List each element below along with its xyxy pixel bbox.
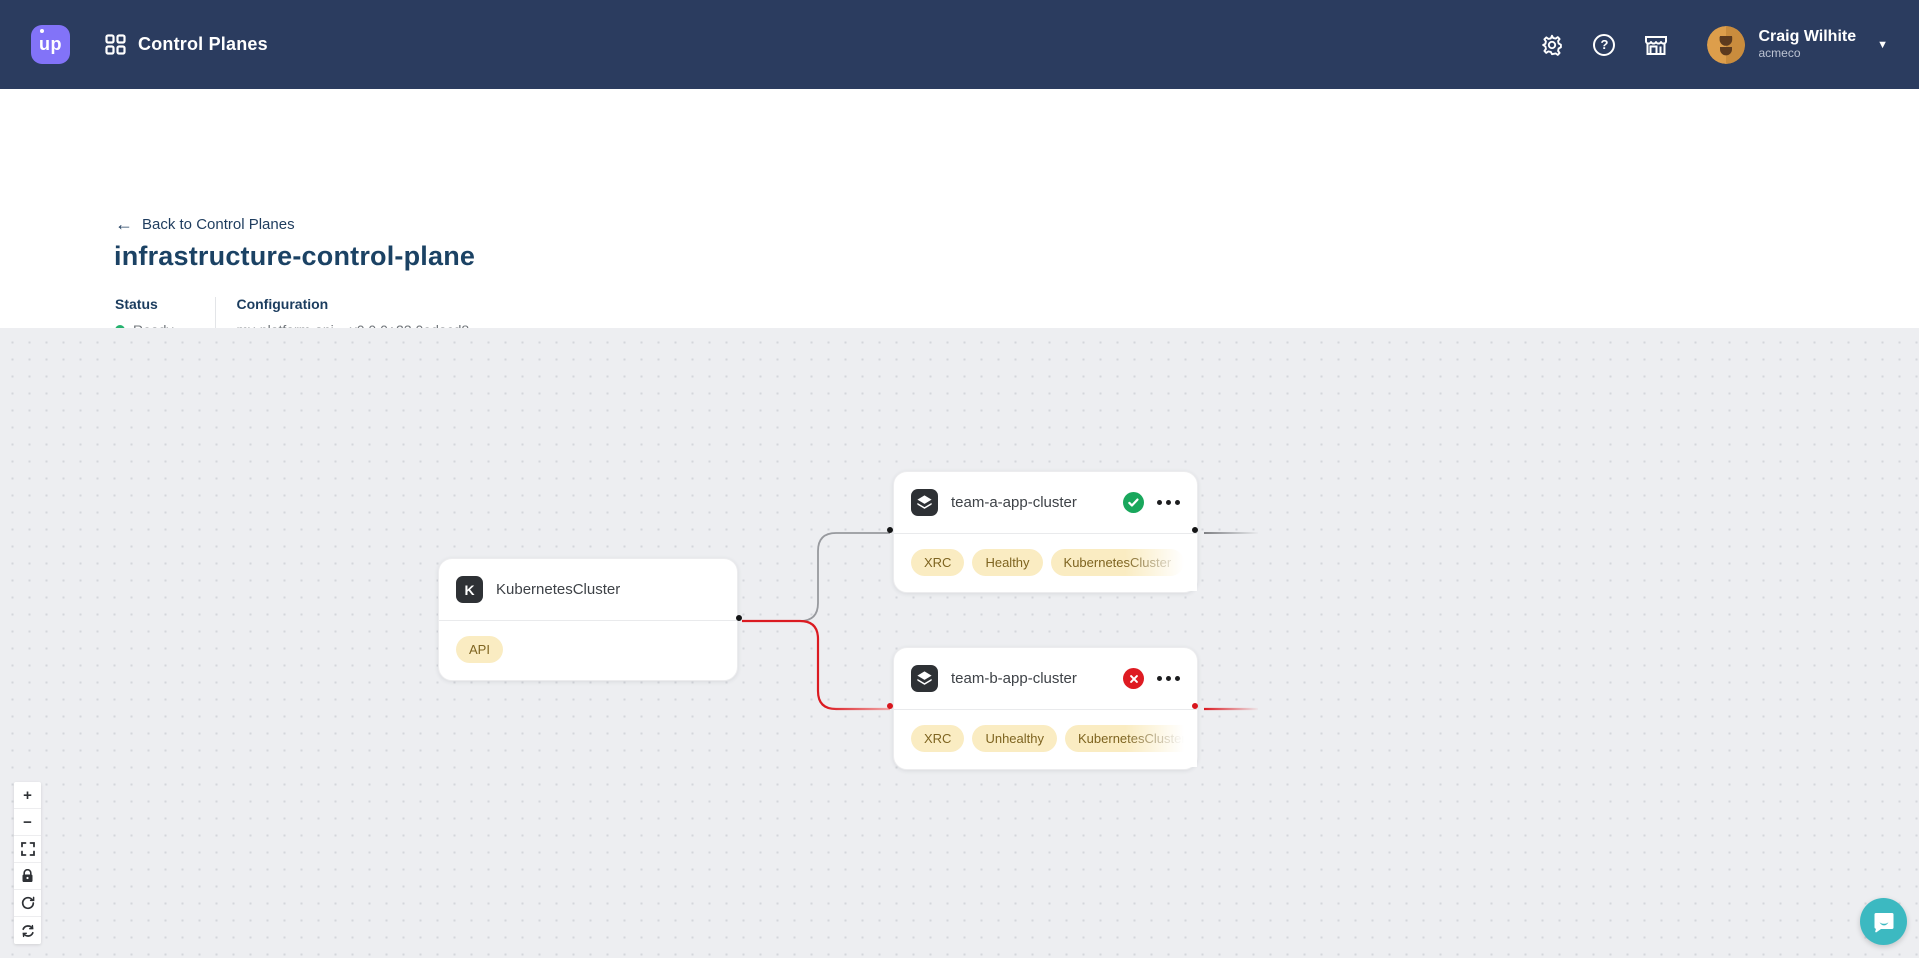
badge-xrc: XRC [911, 725, 964, 752]
edge-kubernetescluster-to-team-b [742, 621, 890, 709]
badge-fade-overlay [1125, 710, 1197, 767]
graph-edges [0, 328, 1919, 958]
logo-text: up [39, 34, 62, 55]
zoom-in-button[interactable]: + [14, 782, 41, 809]
page-header: ← Back to Control Planes infrastructure-… [0, 89, 1919, 328]
node-team-b-app-cluster[interactable]: team-b-app-cluster XRC Unhealthy Kuberne… [893, 647, 1198, 770]
resource-graph-canvas[interactable]: K KubernetesCluster API team-a-app-clust… [0, 328, 1919, 958]
help-icon[interactable]: ? [1585, 26, 1623, 64]
canvas-controls: + − [14, 782, 41, 944]
badge-api: API [456, 636, 503, 663]
layers-icon [911, 489, 938, 516]
node-team-a-app-cluster[interactable]: team-a-app-cluster XRC Healthy Kubernete… [893, 471, 1198, 593]
back-to-control-planes-link[interactable]: ← Back to Control Planes [115, 215, 295, 233]
fit-view-button[interactable] [14, 836, 41, 863]
reset-rotate-button[interactable] [14, 890, 41, 917]
node-kubernetescluster[interactable]: K KubernetesCluster API [438, 558, 738, 681]
handle-team-b-target[interactable] [887, 703, 893, 709]
app-title: Control Planes [138, 34, 268, 55]
handle-team-a-source[interactable] [1192, 527, 1198, 533]
upbound-logo[interactable]: up [31, 25, 70, 64]
node-title: KubernetesCluster [496, 581, 620, 598]
node-options-menu[interactable] [1157, 500, 1180, 505]
edge-kubernetescluster-to-team-a [742, 533, 890, 621]
handle-team-a-target[interactable] [887, 527, 893, 533]
page-title: infrastructure-control-plane [114, 241, 475, 272]
back-arrow-icon: ← [115, 215, 133, 233]
user-org: acmeco [1758, 47, 1856, 61]
help-question-mark: ? [1593, 34, 1615, 56]
badge-healthy: Healthy [972, 549, 1042, 576]
user-avatar [1707, 26, 1745, 64]
lock-button[interactable] [14, 863, 41, 890]
zoom-out-button[interactable]: − [14, 809, 41, 836]
marketplace-storefront-icon[interactable] [1637, 26, 1675, 64]
chat-launcher-button[interactable] [1860, 898, 1907, 945]
handle-kubernetescluster-source[interactable] [736, 615, 742, 621]
chevron-down-icon: ▼ [1877, 39, 1888, 51]
badge-unhealthy: Unhealthy [972, 725, 1057, 752]
settings-gear-icon[interactable] [1533, 26, 1571, 64]
unhealthy-x-icon [1123, 668, 1144, 689]
node-title: team-b-app-cluster [951, 670, 1077, 687]
user-name: Craig Wilhite [1758, 28, 1856, 46]
configuration-label: Configuration [236, 297, 469, 311]
kubernetes-letter-icon: K [456, 576, 483, 603]
apps-grid-icon[interactable] [105, 34, 126, 55]
back-link-label: Back to Control Planes [142, 216, 295, 233]
node-options-menu[interactable] [1157, 676, 1180, 681]
status-label: Status [115, 297, 173, 311]
badge-fade-overlay [1125, 534, 1197, 591]
layers-icon [911, 665, 938, 692]
top-navigation-bar: up Control Planes ? [0, 0, 1919, 89]
handle-team-b-source[interactable] [1192, 703, 1198, 709]
refresh-sync-button[interactable] [14, 917, 41, 944]
node-title: team-a-app-cluster [951, 494, 1077, 511]
healthy-check-icon [1123, 492, 1144, 513]
badge-xrc: XRC [911, 549, 964, 576]
user-menu[interactable]: Craig Wilhite acmeco ▼ [1707, 26, 1888, 64]
